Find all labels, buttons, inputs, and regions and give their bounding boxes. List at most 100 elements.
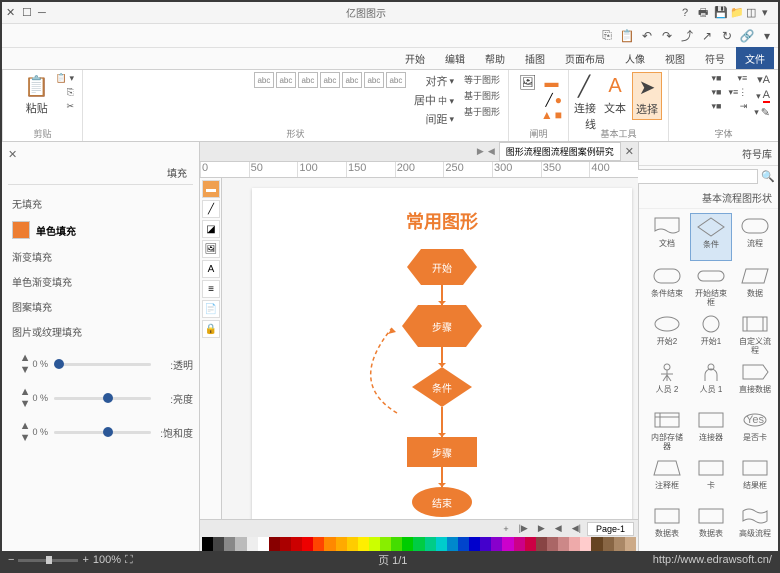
doc-nav-left[interactable]: ◀ bbox=[488, 146, 495, 157]
font-color[interactable]: A▾ bbox=[752, 88, 772, 104]
new-icon[interactable]: ◫ bbox=[746, 7, 758, 19]
fill-option[interactable]: 图案填充 bbox=[8, 296, 193, 317]
flowchart-end[interactable]: 结束 bbox=[412, 487, 472, 517]
square-icon[interactable]: ■ bbox=[555, 108, 562, 122]
clipboard-paste[interactable]: ▾ 📋 bbox=[54, 72, 76, 85]
maximize-icon[interactable]: ☐ bbox=[22, 7, 34, 19]
tab-edit[interactable]: 编辑 bbox=[436, 47, 474, 69]
tab-illustration[interactable]: 插图 bbox=[516, 47, 554, 69]
shape-library-item[interactable]: 数据 bbox=[734, 263, 776, 309]
align-opt[interactable]: ▾ 间距 bbox=[412, 110, 456, 128]
shape-preset[interactable]: abc bbox=[254, 72, 274, 88]
link-icon[interactable]: 🔗 bbox=[740, 29, 754, 43]
spinner[interactable]: ▲▼ bbox=[22, 420, 30, 444]
tab-file[interactable]: 文件 bbox=[736, 47, 774, 69]
color-palette[interactable] bbox=[200, 537, 638, 551]
insert-opt[interactable]: 基于图形 bbox=[462, 88, 502, 103]
layer-tool[interactable]: ≡ bbox=[202, 280, 220, 298]
flowchart-step[interactable]: 步骤 bbox=[402, 305, 482, 347]
shape-library-item[interactable]: 条件 bbox=[690, 213, 732, 261]
insert-opt[interactable]: 等于图形 bbox=[462, 72, 502, 87]
color-swatch[interactable] bbox=[547, 537, 558, 551]
copy-icon[interactable]: ⎘ bbox=[600, 29, 614, 43]
print-icon[interactable]: 🖶 bbox=[698, 7, 710, 19]
zoom-in-icon[interactable]: + bbox=[82, 554, 88, 566]
tab-start[interactable]: 开始 bbox=[396, 47, 434, 69]
color-swatch[interactable] bbox=[291, 537, 302, 551]
tab-symbols[interactable]: 符号 bbox=[696, 47, 734, 69]
image-insert[interactable]: 🖼 bbox=[518, 72, 538, 92]
line-icon[interactable]: ╱ bbox=[546, 93, 553, 107]
slider-track[interactable] bbox=[54, 431, 151, 434]
color-swatch[interactable] bbox=[336, 537, 347, 551]
color-swatch[interactable] bbox=[347, 537, 358, 551]
align-left[interactable]: ≡▾ bbox=[726, 72, 749, 85]
page-prev[interactable]: ◀ bbox=[551, 523, 566, 534]
minimize-icon[interactable]: ─ bbox=[38, 7, 50, 19]
slider-track[interactable] bbox=[54, 397, 151, 400]
search-icon[interactable]: 🔍 bbox=[761, 170, 775, 183]
image-tool[interactable]: 🖼 bbox=[202, 240, 220, 258]
color-swatch[interactable] bbox=[514, 537, 525, 551]
refresh-icon[interactable]: ↻ bbox=[720, 29, 734, 43]
zoom-slider[interactable] bbox=[18, 559, 78, 562]
shape-library-item[interactable]: 流程 bbox=[734, 213, 776, 261]
shape-preset[interactable]: abc bbox=[364, 72, 384, 88]
close-doc-icon[interactable]: ✕ bbox=[625, 145, 634, 158]
dropdown-icon[interactable]: ▾ bbox=[760, 29, 774, 43]
color-swatch[interactable] bbox=[458, 537, 469, 551]
doc-tool[interactable]: 📄 bbox=[202, 300, 220, 318]
font-btn[interactable]: A▾ bbox=[752, 72, 772, 87]
color-swatch[interactable] bbox=[369, 537, 380, 551]
shape-library-item[interactable]: 内部存储器 bbox=[646, 407, 688, 453]
shape-library-item[interactable]: 连接器 bbox=[690, 407, 732, 453]
font-style2[interactable]: ■▾ bbox=[710, 86, 724, 99]
shape-library-item[interactable]: 卡 bbox=[690, 455, 732, 501]
color-swatch[interactable] bbox=[302, 537, 313, 551]
flowchart-decision[interactable]: 条件 bbox=[412, 367, 472, 407]
color-swatch[interactable] bbox=[280, 537, 291, 551]
doc-nav-right[interactable]: ▶ bbox=[477, 146, 484, 157]
connect-tool[interactable]: ╱连接线 bbox=[570, 72, 598, 134]
menu-icon[interactable]: ▾ bbox=[762, 7, 774, 19]
color-swatch[interactable] bbox=[12, 221, 30, 239]
color-swatch[interactable] bbox=[413, 537, 424, 551]
color-swatch[interactable] bbox=[469, 537, 480, 551]
color-swatch[interactable] bbox=[502, 537, 513, 551]
shape-library-item[interactable]: 注释框 bbox=[646, 455, 688, 501]
save-icon[interactable]: 💾 bbox=[714, 7, 726, 19]
indent[interactable]: ⇥ bbox=[726, 100, 749, 113]
close-icon[interactable]: ✕ bbox=[6, 7, 18, 19]
color-swatch[interactable] bbox=[235, 537, 246, 551]
undo-icon[interactable]: ↶ bbox=[640, 29, 654, 43]
export-icon[interactable]: ⤴ bbox=[680, 29, 694, 43]
shape-library-item[interactable]: 结果框 bbox=[734, 455, 776, 501]
shape-preset[interactable]: abc bbox=[342, 72, 362, 88]
shape-library-item[interactable]: 人员 2 bbox=[646, 359, 688, 405]
fill-option[interactable]: 单色渐变填充 bbox=[8, 271, 193, 292]
text-tool[interactable]: A文本 bbox=[601, 72, 629, 118]
color-swatch[interactable] bbox=[213, 537, 224, 551]
doc-tab[interactable]: 图形流程图流程图案例研究 bbox=[499, 142, 621, 161]
color-swatch[interactable] bbox=[258, 537, 269, 551]
list[interactable]: ⋮≡▾ bbox=[726, 86, 749, 99]
color-swatch[interactable] bbox=[391, 537, 402, 551]
flowchart-step[interactable]: 步骤 bbox=[407, 437, 477, 467]
color-swatch[interactable] bbox=[224, 537, 235, 551]
color-swatch[interactable] bbox=[614, 537, 625, 551]
color-swatch[interactable] bbox=[591, 537, 602, 551]
color-swatch[interactable] bbox=[536, 537, 547, 551]
shape-library-item[interactable]: 数据表 bbox=[646, 503, 688, 549]
page-last[interactable]: ▶| bbox=[515, 523, 532, 534]
shape-preset[interactable]: abc bbox=[276, 72, 296, 88]
help-icon[interactable]: ? bbox=[682, 7, 694, 19]
shape-library-item[interactable]: 开始结束框 bbox=[690, 263, 732, 309]
color-swatch[interactable] bbox=[313, 537, 324, 551]
page-next[interactable]: ▶ bbox=[534, 523, 549, 534]
fill-option[interactable]: 渐变填充 bbox=[8, 246, 193, 267]
color-swatch[interactable] bbox=[603, 537, 614, 551]
line-tool[interactable]: ╱ bbox=[202, 200, 220, 218]
shape-library-item[interactable]: 开始1 bbox=[690, 311, 732, 357]
panel-close-icon[interactable]: ✕ bbox=[8, 148, 193, 161]
shape-preset[interactable]: abc bbox=[320, 72, 340, 88]
